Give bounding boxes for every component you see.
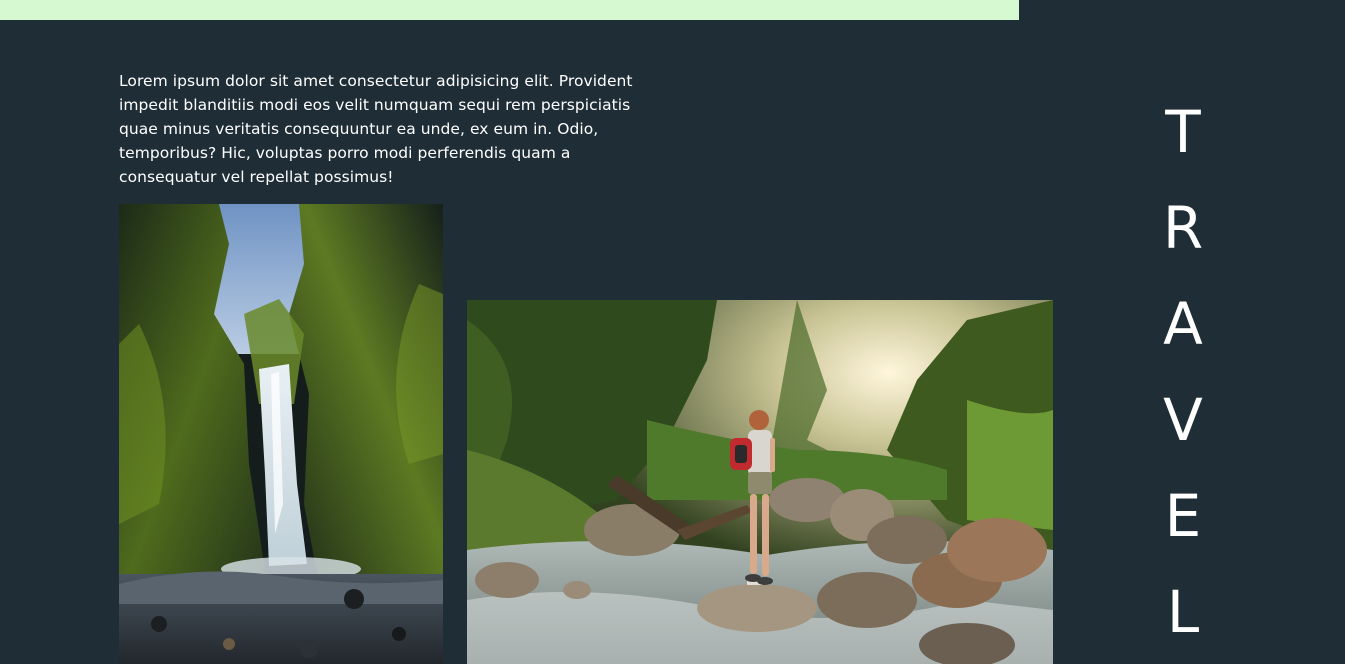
travel-letter-v: V <box>1163 386 1203 454</box>
travel-letter-t: T <box>1165 98 1201 166</box>
waterfall-illustration <box>119 204 443 664</box>
hiker-stream-photo <box>467 300 1053 664</box>
hiker-illustration <box>467 300 1053 664</box>
travel-letter-l: L <box>1166 578 1200 646</box>
waterfall-photo <box>119 204 443 664</box>
travel-letter-r: R <box>1162 194 1204 262</box>
travel-letter-a: A <box>1163 290 1203 358</box>
intro-paragraph: Lorem ipsum dolor sit amet consectetur a… <box>119 72 633 186</box>
travel-vertical-heading: T R A V E L <box>1143 84 1223 660</box>
top-accent-band <box>0 0 1019 20</box>
page: Lorem ipsum dolor sit amet consectetur a… <box>0 0 1345 664</box>
travel-letter-e: E <box>1164 482 1202 550</box>
